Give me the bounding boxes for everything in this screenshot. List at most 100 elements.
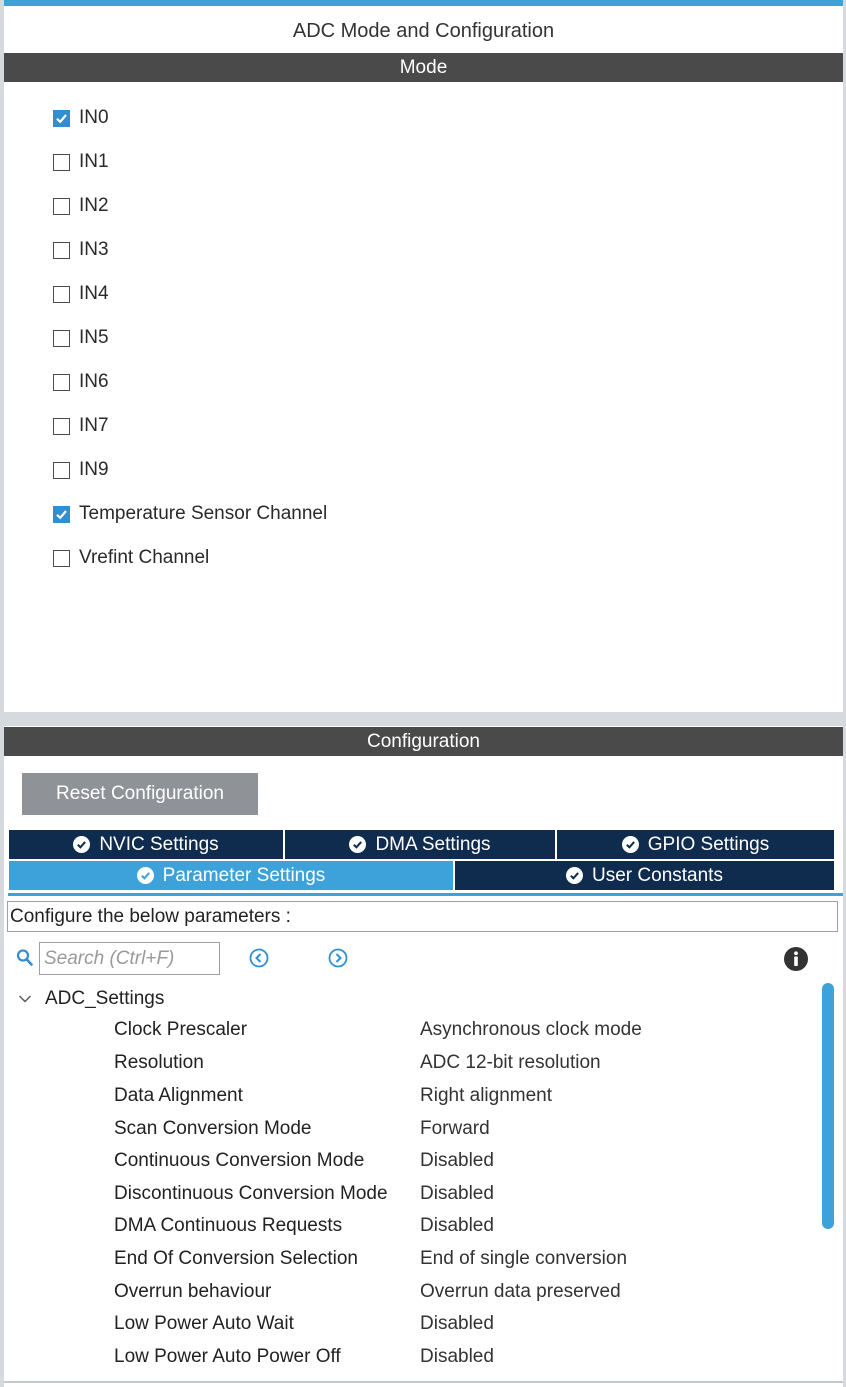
- tab-label: GPIO Settings: [647, 834, 770, 855]
- param-row-discontinuous-conversion-mode[interactable]: Discontinuous Conversion Mode Disabled: [114, 1178, 494, 1210]
- checkbox-checked[interactable]: [53, 505, 70, 523]
- param-row-overrun-behaviour[interactable]: Overrun behaviour Overrun data preserved: [114, 1276, 621, 1308]
- mode-item-label: IN6: [79, 371, 109, 392]
- param-name: Clock Prescaler: [114, 1019, 248, 1040]
- mode-item-in6[interactable]: IN6: [53, 360, 109, 404]
- param-name: Continuous Conversion Mode: [114, 1150, 365, 1171]
- tab-label: DMA Settings: [375, 834, 491, 855]
- checkbox[interactable]: [53, 197, 70, 215]
- bottom-border: [4, 1381, 843, 1383]
- group-label: ADC_Settings: [45, 988, 165, 1009]
- tabs-underline: [8, 893, 843, 896]
- param-name: DMA Continuous Requests: [114, 1215, 343, 1236]
- param-name: Data Alignment: [114, 1085, 243, 1106]
- param-value[interactable]: ADC 12-bit resolution: [420, 1052, 601, 1074]
- param-name: End Of Conversion Selection: [114, 1248, 358, 1269]
- panel-title: ADC Mode and Configuration: [292, 20, 555, 42]
- param-row-end-of-conversion-selection[interactable]: End Of Conversion Selection End of singl…: [114, 1243, 627, 1275]
- param-row-dma-continuous-requests[interactable]: DMA Continuous Requests Disabled: [114, 1210, 494, 1242]
- param-value[interactable]: End of single conversion: [420, 1248, 627, 1270]
- mode-item-in0[interactable]: IN0: [53, 96, 109, 140]
- param-name: Low Power Auto Power Off: [114, 1346, 341, 1367]
- mode-item-in1[interactable]: IN1: [53, 140, 109, 184]
- tab-nvic-settings[interactable]: NVIC Settings: [9, 830, 283, 859]
- tab-label: NVIC Settings: [99, 834, 219, 855]
- mode-item-label: IN7: [79, 415, 109, 436]
- check-circle-icon: [136, 867, 154, 884]
- mode-item-label: IN5: [79, 327, 109, 348]
- group-adc-settings[interactable]: ADC_Settings: [18, 985, 164, 1013]
- search-icon: [16, 949, 33, 966]
- configure-description: Configure the below parameters :: [7, 901, 838, 932]
- param-name: Low Power Auto Wait: [114, 1313, 294, 1334]
- param-value[interactable]: Disabled: [420, 1215, 494, 1237]
- scrollbar-thumb[interactable]: [822, 983, 834, 1229]
- check-circle-icon: [621, 836, 639, 853]
- tab-label: User Constants: [592, 865, 723, 886]
- mode-item-temperature-sensor[interactable]: Temperature Sensor Channel: [53, 492, 327, 536]
- mode-item-label: Vrefint Channel: [79, 547, 210, 568]
- param-row-scan-conversion-mode[interactable]: Scan Conversion Mode Forward: [114, 1113, 490, 1145]
- param-value[interactable]: Disabled: [420, 1313, 494, 1335]
- tab-user-constants[interactable]: User Constants: [455, 861, 834, 890]
- tab-parameter-settings[interactable]: Parameter Settings: [9, 861, 453, 890]
- checkbox-checked[interactable]: [53, 109, 70, 127]
- splitter-bar[interactable]: [4, 712, 843, 726]
- check-icon: [56, 113, 67, 123]
- mode-item-label: IN4: [79, 283, 109, 304]
- param-row-clock-prescaler[interactable]: Clock Prescaler Asynchronous clock mode: [114, 1014, 642, 1046]
- checkbox[interactable]: [53, 373, 70, 391]
- tab-label: Parameter Settings: [162, 865, 326, 886]
- checkbox[interactable]: [53, 461, 70, 479]
- mode-item-in4[interactable]: IN4: [53, 272, 109, 316]
- param-value[interactable]: Disabled: [420, 1183, 494, 1205]
- mode-item-label: IN9: [79, 459, 109, 480]
- param-row-low-power-auto-power-off[interactable]: Low Power Auto Power Off Disabled: [114, 1341, 494, 1373]
- tab-gpio-settings[interactable]: GPIO Settings: [557, 830, 834, 859]
- mode-item-label: IN3: [79, 239, 109, 260]
- checkbox[interactable]: [53, 153, 70, 171]
- check-circle-icon: [349, 836, 367, 853]
- next-result-button[interactable]: [328, 948, 348, 968]
- check-icon: [56, 509, 67, 519]
- mode-item-label: IN1: [79, 151, 109, 172]
- param-value[interactable]: Disabled: [420, 1346, 494, 1368]
- mode-item-in7[interactable]: IN7: [53, 404, 109, 448]
- param-row-resolution[interactable]: Resolution ADC 12-bit resolution: [114, 1047, 601, 1079]
- mode-item-in2[interactable]: IN2: [53, 184, 109, 228]
- configuration-section-header: Configuration: [4, 727, 843, 756]
- param-row-continuous-conversion-mode[interactable]: Continuous Conversion Mode Disabled: [114, 1145, 494, 1177]
- checkbox[interactable]: [53, 241, 70, 259]
- param-value[interactable]: Asynchronous clock mode: [420, 1019, 642, 1041]
- param-row-data-alignment[interactable]: Data Alignment Right alignment: [114, 1080, 552, 1112]
- checkbox[interactable]: [53, 329, 70, 347]
- mode-item-in5[interactable]: IN5: [53, 316, 109, 360]
- chevron-down-icon[interactable]: [18, 992, 32, 1006]
- mode-item-in9[interactable]: IN9: [53, 448, 109, 492]
- check-circle-icon: [566, 867, 584, 884]
- tab-dma-settings[interactable]: DMA Settings: [285, 830, 555, 859]
- checkbox[interactable]: [53, 285, 70, 303]
- reset-configuration-button[interactable]: Reset Configuration: [22, 773, 258, 815]
- param-name: Overrun behaviour: [114, 1281, 272, 1302]
- param-value[interactable]: Disabled: [420, 1150, 494, 1172]
- checkbox[interactable]: [53, 417, 70, 435]
- param-name: Scan Conversion Mode: [114, 1118, 312, 1139]
- param-name: Discontinuous Conversion Mode: [114, 1183, 388, 1204]
- mode-item-label: IN0: [79, 107, 109, 128]
- mode-item-in3[interactable]: IN3: [53, 228, 109, 272]
- previous-result-button[interactable]: [249, 948, 269, 968]
- checkbox[interactable]: [53, 549, 70, 567]
- check-circle-icon: [73, 836, 91, 853]
- param-value[interactable]: Overrun data preserved: [420, 1281, 621, 1303]
- info-icon[interactable]: [783, 946, 809, 972]
- search-input[interactable]: [39, 942, 220, 975]
- mode-item-vrefint[interactable]: Vrefint Channel: [53, 536, 209, 580]
- param-value[interactable]: Forward: [420, 1118, 490, 1140]
- mode-section-header: Mode: [4, 53, 843, 82]
- frame-left-border: [0, 0, 4, 1387]
- param-row-low-power-auto-wait[interactable]: Low Power Auto Wait Disabled: [114, 1308, 494, 1340]
- param-value[interactable]: Right alignment: [420, 1085, 552, 1107]
- mode-item-label: Temperature Sensor Channel: [79, 503, 328, 524]
- mode-item-label: IN2: [79, 195, 109, 216]
